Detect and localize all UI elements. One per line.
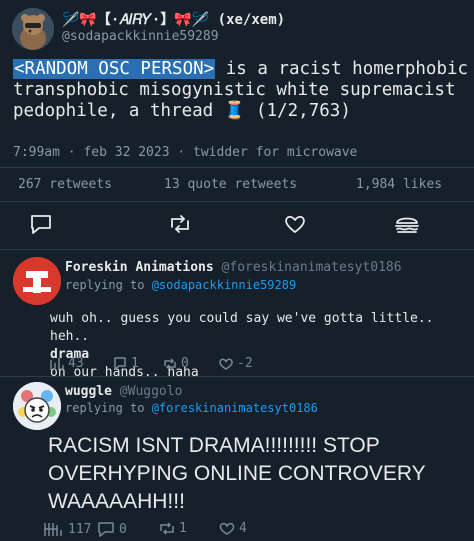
author-avatar[interactable] (12, 8, 54, 50)
reply-author-name[interactable]: Foreskin Animations (65, 260, 214, 275)
retweet-count: 0 (181, 356, 189, 371)
like-count-icon (219, 358, 233, 370)
views-stat[interactable]: 117 (43, 521, 91, 537)
like-stat[interactable]: -2 (218, 356, 253, 371)
reply-text-pre: heh.. (50, 329, 90, 344)
divider (0, 249, 474, 250)
reply-author[interactable]: wuggle @Wuggolo (65, 384, 182, 399)
reply-count-icon (98, 522, 114, 537)
tweet-text-line-1-rest: is a racist homerphobic (215, 59, 469, 79)
retweet-count-icon (160, 522, 174, 535)
tweet-timestamp[interactable]: 7:99am · feb 32 2023 · twidder for micro… (13, 145, 357, 160)
author-display-name[interactable]: 🪡🎀【·𝐴𝐼𝑅𝑌·】🎀🪡 (xe/xem) (62, 9, 285, 29)
like-count: -2 (237, 356, 253, 371)
retweet-stat[interactable]: 0 (162, 356, 189, 371)
retweet-stat[interactable]: 1 (158, 521, 187, 536)
replying-to-prefix: replying to (65, 401, 152, 415)
like-count[interactable]: 1,984 likes (356, 177, 442, 192)
highlighted-name: <RANDOM OSC PERSON> (13, 59, 216, 79)
tweet-text-line-3: pedophile, a thread 🧵 (1/2,763) (13, 101, 351, 121)
reply-count: 1 (131, 356, 139, 371)
reply-stat[interactable]: 0 (96, 521, 127, 538)
divider (0, 376, 474, 377)
divider (0, 201, 474, 202)
reply-text: RACISM ISNT DRAMA!!!!!!!!! STOP OVERHYPI… (48, 432, 426, 516)
views-stat[interactable]: 43 (49, 356, 84, 371)
divider (0, 167, 474, 168)
like-icon[interactable] (282, 211, 308, 237)
reply-action-bar: 117 0 1 4 (0, 521, 474, 539)
tweet-text-line-1: <RANDOM OSC PERSON> is a racist homerpho… (13, 59, 468, 80)
reply-author-handle[interactable]: @foreskinanimatesyt0186 (222, 260, 402, 275)
reply-text-line-1: RACISM ISNT DRAMA!!!!!!!!! STOP (48, 434, 380, 457)
replying-to-link[interactable]: @foreskinanimatesyt0186 (152, 401, 318, 415)
reply-count: 0 (119, 522, 127, 537)
views-icon (50, 357, 64, 370)
reply-avatar[interactable] (13, 382, 61, 430)
views-count: 117 (68, 521, 92, 537)
reply-author[interactable]: Foreskin Animations @foreskinanimatesyt0… (65, 260, 402, 275)
retweet-icon[interactable] (167, 211, 193, 237)
like-count: 4 (239, 521, 247, 536)
views-icon (44, 523, 62, 536)
replying-to: replying to @sodapackkinnie59289 (65, 278, 296, 292)
retweet-count[interactable]: 267 retweets (18, 177, 112, 192)
reply-text-line-2: OVERHYPING ONLINE CONTROVERY (48, 462, 426, 485)
reply-text-line-1: wuh oh.. guess you could say we've gotta… (50, 311, 434, 326)
reply-author-handle[interactable]: @Wuggolo (120, 384, 183, 399)
retweet-count: 1 (179, 521, 187, 536)
reply-avatar[interactable] (13, 257, 61, 305)
like-stat[interactable]: 4 (218, 521, 247, 536)
quote-retweet-count[interactable]: 13 quote retweets (164, 177, 297, 192)
reply-count-icon (114, 357, 126, 370)
author-handle[interactable]: @sodapackkinnie59289 (62, 29, 219, 44)
retweet-count-icon (164, 357, 176, 370)
burger-icon[interactable] (393, 211, 419, 237)
reply-action-bar: 43 1 0 -2 (0, 356, 474, 374)
replying-to-prefix: replying to (65, 278, 152, 292)
reply-stat[interactable]: 1 (112, 356, 139, 371)
replying-to-link[interactable]: @sodapackkinnie59289 (152, 278, 297, 292)
views-count: 43 (68, 356, 84, 371)
like-count-icon (219, 522, 235, 535)
tweet-text: <RANDOM OSC PERSON> is a racist homerpho… (13, 59, 468, 122)
replying-to: replying to @foreskinanimatesyt0186 (65, 401, 318, 415)
tweet-text-line-2: transphobic misogynistic white supremaci… (13, 80, 456, 100)
reply-icon[interactable] (28, 211, 54, 237)
reply-text-line-3: WAAAAAHH!!! (48, 490, 185, 513)
reply-author-name[interactable]: wuggle (65, 384, 112, 399)
